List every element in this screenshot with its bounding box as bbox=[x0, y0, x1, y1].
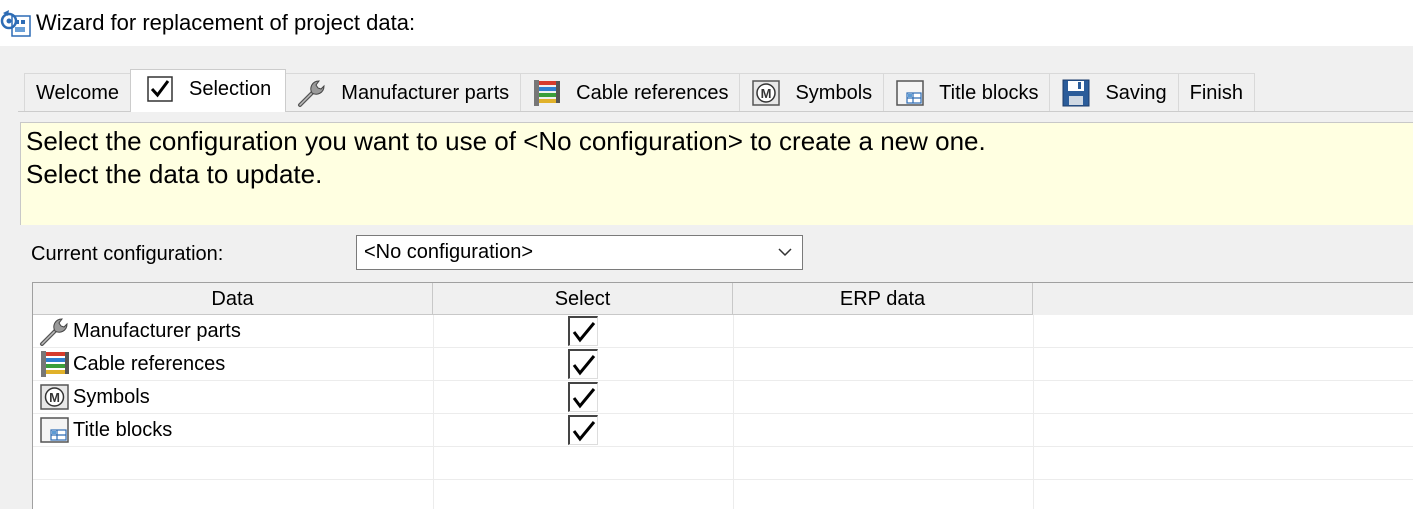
tab-selection[interactable]: Selection bbox=[130, 69, 287, 112]
data-cell-label: Title blocks bbox=[73, 418, 173, 441]
column-header-filler bbox=[1033, 283, 1413, 315]
data-cell: Cable references bbox=[33, 348, 225, 380]
configuration-dropdown[interactable]: <No configuration> bbox=[356, 235, 803, 270]
table-row[interactable]: Title blocks bbox=[33, 414, 1413, 447]
table-row[interactable] bbox=[33, 447, 1413, 480]
symbol-m-icon: M bbox=[752, 80, 781, 106]
window-title: Wizard for replacement of project data: bbox=[36, 10, 416, 35]
select-checkbox[interactable] bbox=[568, 382, 598, 412]
tab-symbols-label: Symbols bbox=[795, 81, 873, 104]
window-title-bar: Wizard for replacement of project data: bbox=[0, 0, 1413, 46]
data-grid: Data Select ERP data Manufacturer parts bbox=[32, 282, 1413, 509]
table-row[interactable]: Manufacturer parts bbox=[33, 315, 1413, 348]
wrench-icon bbox=[40, 318, 68, 346]
data-cell: Manufacturer parts bbox=[33, 315, 241, 347]
select-checkbox[interactable] bbox=[568, 316, 598, 346]
floppy-disk-icon bbox=[1062, 79, 1090, 107]
current-configuration-label: Current configuration: bbox=[31, 243, 224, 265]
tab-title-blocks[interactable]: Title blocks bbox=[883, 73, 1051, 112]
check-icon bbox=[147, 76, 173, 102]
column-header-erp-data[interactable]: ERP data bbox=[733, 283, 1033, 315]
tab-finish[interactable]: Finish bbox=[1177, 73, 1255, 112]
check-icon bbox=[572, 322, 596, 343]
info-line-2: Select the data to update. bbox=[26, 159, 323, 189]
data-cell-label: Symbols bbox=[73, 385, 150, 408]
svg-text:M: M bbox=[49, 390, 60, 405]
select-checkbox[interactable] bbox=[568, 415, 598, 445]
table-row[interactable]: M Symbols bbox=[33, 381, 1413, 414]
tab-welcome[interactable]: Welcome bbox=[24, 73, 131, 112]
select-checkbox[interactable] bbox=[568, 349, 598, 379]
tab-cable-references-label: Cable references bbox=[576, 81, 729, 104]
column-header-select[interactable]: Select bbox=[433, 283, 733, 315]
check-icon bbox=[572, 355, 596, 376]
column-header-data[interactable]: Data bbox=[33, 283, 433, 315]
data-cell-label: Cable references bbox=[73, 352, 226, 375]
tab-title-blocks-label: Title blocks bbox=[939, 81, 1039, 104]
tab-saving-label: Saving bbox=[1105, 81, 1167, 104]
tab-symbols[interactable]: M Symbols bbox=[739, 73, 885, 112]
svg-text:M: M bbox=[761, 86, 772, 101]
wrench-icon bbox=[298, 80, 325, 107]
title-block-icon bbox=[896, 80, 924, 106]
cable-icon bbox=[41, 351, 69, 377]
check-icon bbox=[572, 388, 596, 409]
data-cell-label: Manufacturer parts bbox=[73, 319, 241, 342]
check-icon bbox=[572, 421, 596, 442]
tab-saving[interactable]: Saving bbox=[1049, 73, 1179, 112]
data-cell: Title blocks bbox=[33, 414, 172, 446]
info-line-1: Select the configuration you want to use… bbox=[26, 126, 986, 156]
symbol-m-icon: M bbox=[40, 384, 69, 410]
data-cell: M Symbols bbox=[33, 381, 150, 413]
table-row[interactable]: Cable references bbox=[33, 348, 1413, 381]
cable-icon bbox=[534, 80, 561, 106]
tab-manufacturer-parts-label: Manufacturer parts bbox=[341, 81, 510, 104]
tab-selection-label: Selection bbox=[189, 77, 272, 100]
chevron-down-icon bbox=[778, 248, 792, 257]
tab-cable-references[interactable]: Cable references bbox=[520, 73, 741, 112]
info-panel: Select the configuration you want to use… bbox=[20, 122, 1413, 225]
tab-finish-label: Finish bbox=[1189, 81, 1243, 104]
tab-manufacturer-parts[interactable]: Manufacturer parts bbox=[285, 73, 522, 112]
wizard-replace-icon bbox=[0, 10, 31, 37]
wizard-tabs: Welcome Selection Manufacturer parts Cab… bbox=[24, 69, 1255, 112]
configuration-dropdown-value: <No configuration> bbox=[364, 241, 534, 263]
tab-welcome-label: Welcome bbox=[36, 81, 119, 104]
title-block-icon bbox=[40, 417, 69, 443]
